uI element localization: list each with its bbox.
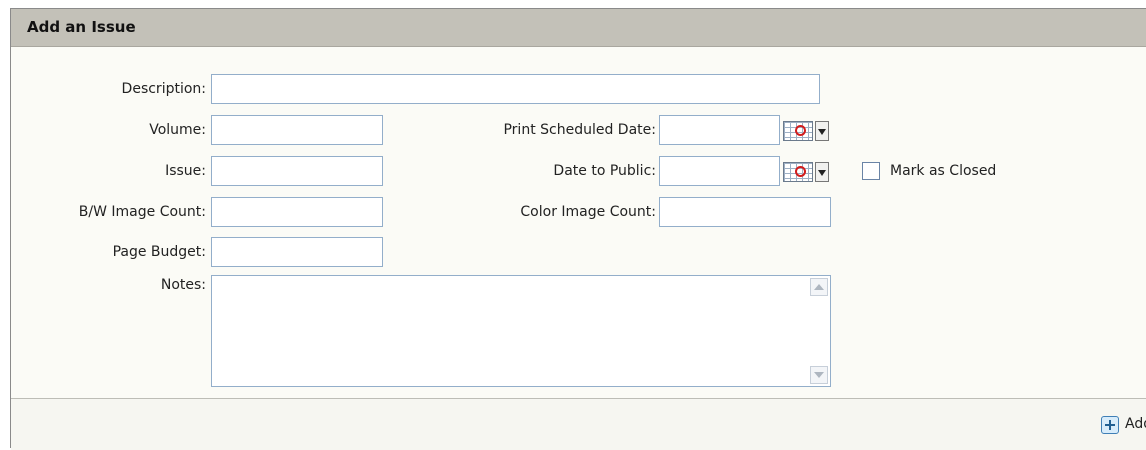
date-to-public-picker[interactable] [779, 156, 833, 188]
bw-image-count-label: B/W Image Count: [78, 204, 206, 220]
issue-label: Issue: [165, 163, 206, 179]
print-scheduled-date-label: Print Scheduled Date: [503, 122, 656, 138]
scroll-up-button[interactable] [810, 278, 828, 296]
plus-icon [1101, 416, 1119, 434]
description-input[interactable] [211, 74, 820, 104]
description-label: Description: [121, 81, 206, 97]
add-button-label: Add [1125, 416, 1146, 432]
color-image-count-label: Color Image Count: [520, 204, 656, 220]
mark-as-closed-checkbox[interactable] [862, 162, 880, 180]
volume-label: Volume: [149, 122, 206, 138]
date-to-public-label: Date to Public: [553, 163, 656, 179]
chevron-down-icon [815, 162, 829, 182]
chevron-down-icon [815, 121, 829, 141]
bw-image-count-input[interactable] [211, 197, 383, 227]
page-budget-input[interactable] [211, 237, 383, 267]
calendar-today-marker [795, 125, 806, 136]
date-to-public-input[interactable] [659, 156, 780, 186]
notes-textarea[interactable] [211, 275, 831, 387]
panel-footer [11, 398, 1146, 450]
print-scheduled-date-input[interactable] [659, 115, 780, 145]
notes-label: Notes: [160, 277, 206, 293]
mark-as-closed-label: Mark as Closed [890, 163, 997, 179]
panel-header: Add an Issue [11, 9, 1146, 47]
color-image-count-input[interactable] [659, 197, 831, 227]
print-scheduled-date-picker[interactable] [779, 115, 833, 147]
add-issue-panel: Add an Issue Description: Volume: Issue:… [10, 8, 1146, 450]
volume-input[interactable] [211, 115, 383, 145]
calendar-today-marker [795, 166, 806, 177]
scroll-down-button[interactable] [810, 366, 828, 384]
page-budget-label: Page Budget: [112, 244, 206, 260]
panel-title: Add an Issue [27, 18, 136, 36]
issue-input[interactable] [211, 156, 383, 186]
